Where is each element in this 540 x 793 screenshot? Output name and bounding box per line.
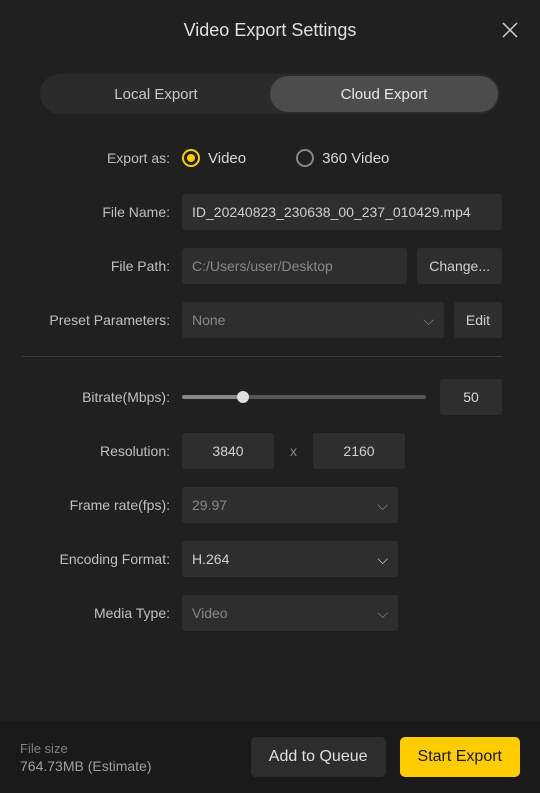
bitrate-slider[interactable]: [182, 395, 426, 399]
chevron-down-icon: ⌵: [377, 551, 388, 568]
titlebar: Video Export Settings: [0, 0, 540, 60]
file-path-label: File Path:: [22, 258, 182, 274]
chevron-down-icon: ⌵: [423, 312, 434, 329]
resolution-separator: x: [290, 443, 297, 459]
preset-value: None: [192, 312, 225, 328]
add-to-queue-button[interactable]: Add to Queue: [251, 737, 386, 777]
export-as-label: Export as:: [22, 150, 182, 166]
close-button[interactable]: [498, 18, 522, 42]
media-type-value: Video: [192, 605, 228, 621]
frame-rate-select[interactable]: 29.97 ⌵: [182, 487, 398, 523]
bitrate-label: Bitrate(Mbps):: [22, 389, 182, 405]
radio-circle-icon: [182, 149, 200, 167]
file-size-value: 764.73MB (Estimate): [20, 758, 237, 774]
encoding-select[interactable]: H.264 ⌵: [182, 541, 398, 577]
tab-cloud-export[interactable]: Cloud Export: [270, 76, 498, 112]
divider: [22, 356, 502, 357]
radio-video-label: Video: [208, 150, 246, 167]
bitrate-value[interactable]: 50: [440, 379, 502, 415]
media-type-select[interactable]: Video ⌵: [182, 595, 398, 631]
start-export-button[interactable]: Start Export: [400, 737, 520, 777]
export-tabs: Local Export Cloud Export: [40, 74, 500, 114]
window-title: Video Export Settings: [184, 20, 357, 41]
frame-rate-label: Frame rate(fps):: [22, 497, 182, 513]
encoding-label: Encoding Format:: [22, 551, 182, 567]
resolution-width-input[interactable]: [182, 433, 274, 469]
preset-select[interactable]: None ⌵: [182, 302, 444, 338]
radio-360-video[interactable]: 360 Video: [296, 149, 389, 167]
file-name-input[interactable]: [182, 194, 502, 230]
preset-label: Preset Parameters:: [22, 312, 182, 328]
encoding-value: H.264: [192, 551, 229, 567]
tab-local-export[interactable]: Local Export: [42, 76, 270, 112]
chevron-down-icon: ⌵: [377, 497, 388, 514]
change-path-button[interactable]: Change...: [417, 248, 502, 284]
file-size-label: File size: [20, 741, 237, 756]
resolution-label: Resolution:: [22, 443, 182, 459]
file-name-label: File Name:: [22, 204, 182, 220]
preset-edit-button[interactable]: Edit: [454, 302, 502, 338]
file-path-input[interactable]: [182, 248, 407, 284]
footer: File size 764.73MB (Estimate) Add to Que…: [0, 721, 540, 793]
media-type-label: Media Type:: [22, 605, 182, 621]
radio-360-label: 360 Video: [322, 150, 389, 167]
slider-thumb-icon[interactable]: [237, 391, 249, 403]
radio-circle-icon: [296, 149, 314, 167]
frame-rate-value: 29.97: [192, 497, 227, 513]
close-icon: [501, 21, 519, 39]
chevron-down-icon: ⌵: [377, 605, 388, 622]
radio-video[interactable]: Video: [182, 149, 246, 167]
resolution-height-input[interactable]: [313, 433, 405, 469]
